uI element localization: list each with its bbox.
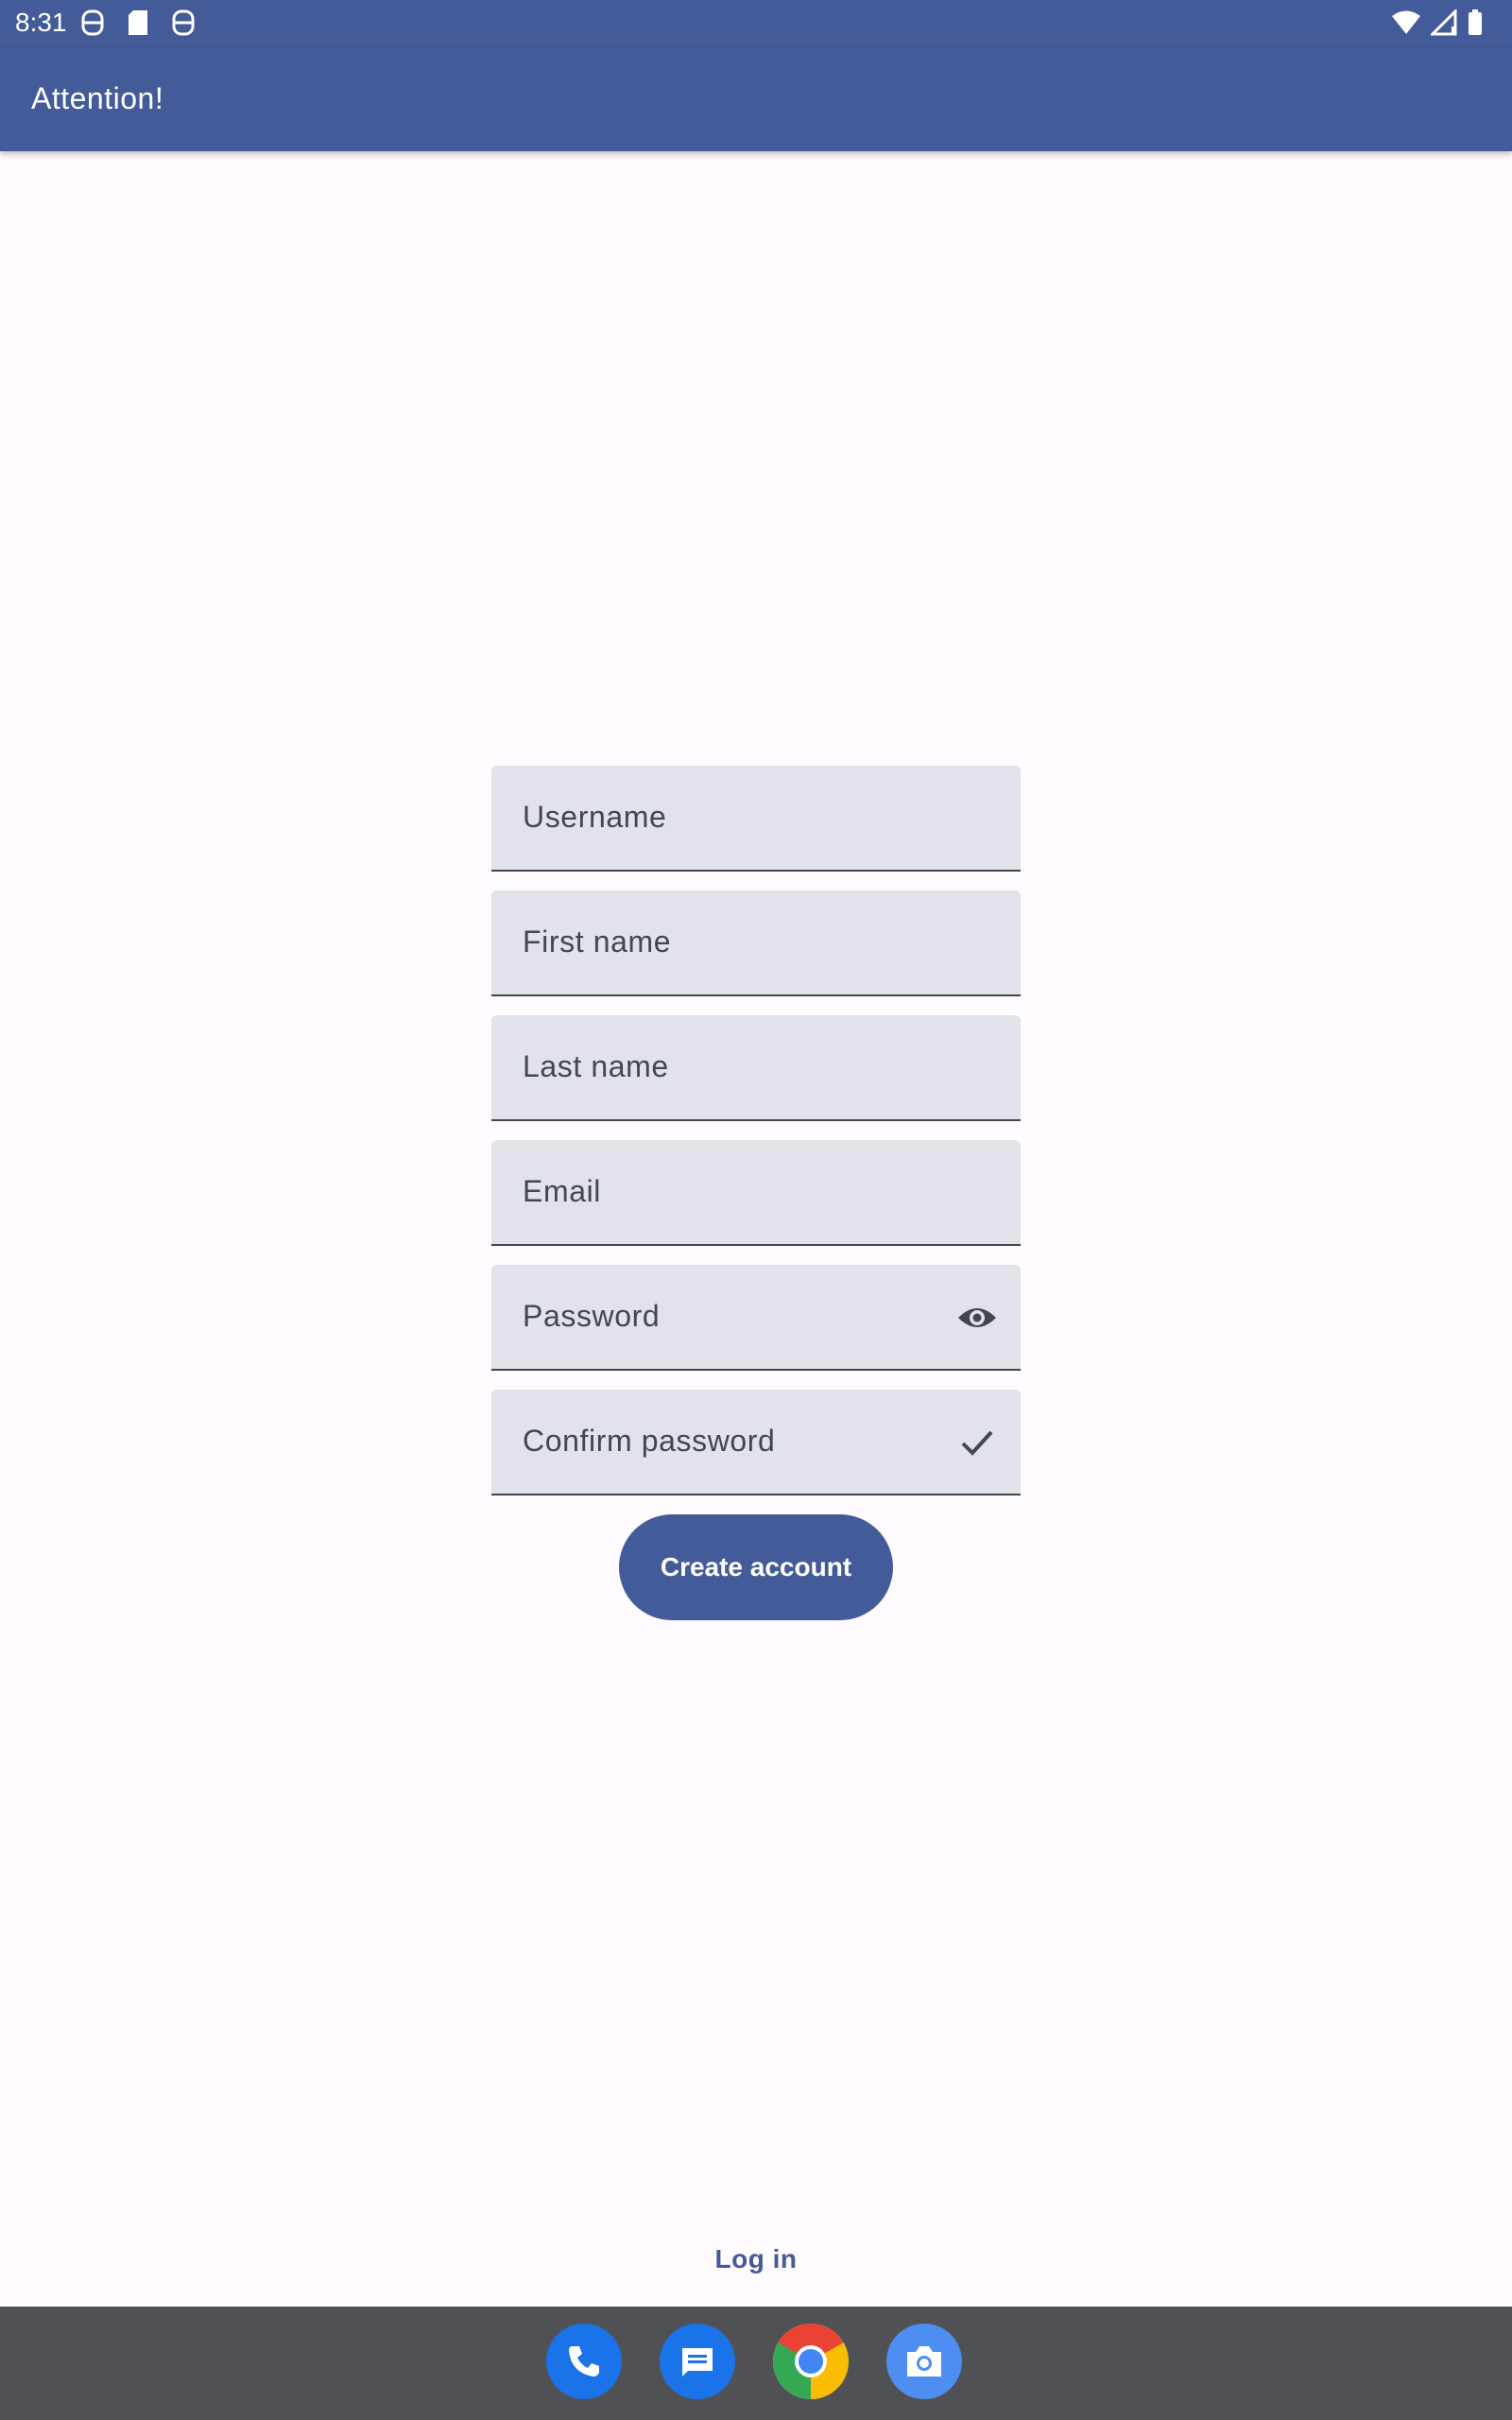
- app-bar: Attention!: [0, 47, 1512, 151]
- chrome-app-icon[interactable]: [773, 2324, 849, 2399]
- wifi-icon: [1391, 9, 1421, 36]
- notification-icon: [79, 8, 106, 38]
- cellular-signal-icon: [1431, 9, 1457, 36]
- username-field[interactable]: Username: [491, 766, 1021, 872]
- navigation-bar: [0, 2307, 1512, 2420]
- phone-app-icon[interactable]: [546, 2324, 622, 2399]
- email-label: Email: [523, 1174, 602, 1208]
- confirm-password-field[interactable]: Confirm password: [491, 1390, 1021, 1495]
- email-field[interactable]: Email: [491, 1140, 1021, 1246]
- last-name-field[interactable]: Last name: [491, 1015, 1021, 1121]
- confirm-password-label: Confirm password: [523, 1424, 776, 1458]
- first-name-label: First name: [523, 925, 672, 959]
- first-name-field[interactable]: First name: [491, 890, 1021, 996]
- username-label: Username: [523, 800, 667, 834]
- app-dock: [546, 2324, 962, 2399]
- last-name-label: Last name: [523, 1049, 669, 1083]
- password-field[interactable]: Password: [491, 1265, 1021, 1371]
- signup-form: Username First name Last name Email Pass…: [491, 766, 1021, 1514]
- create-account-button[interactable]: Create account: [619, 1514, 893, 1620]
- sd-card-icon: [125, 8, 151, 38]
- visibility-eye-icon[interactable]: [956, 1299, 998, 1337]
- status-bar: 8:31: [0, 0, 1512, 47]
- app-title: Attention!: [31, 81, 164, 115]
- notification-icon: [170, 8, 197, 38]
- status-left-icons: [79, 8, 197, 38]
- battery-icon: [1467, 9, 1484, 36]
- password-label: Password: [523, 1299, 661, 1333]
- login-link[interactable]: Log in: [0, 2244, 1512, 2274]
- checkmark-icon: [956, 1424, 998, 1461]
- status-time: 8:31: [15, 8, 67, 37]
- status-right-icons: [1391, 9, 1484, 36]
- messages-app-icon[interactable]: [660, 2324, 735, 2399]
- camera-app-icon[interactable]: [886, 2324, 962, 2399]
